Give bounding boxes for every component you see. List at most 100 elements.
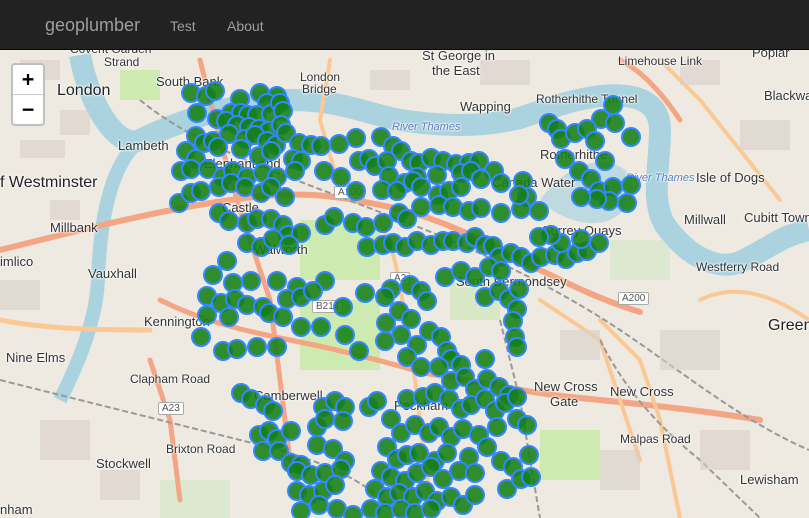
map-marker[interactable] <box>291 501 311 518</box>
map-label: Blackwa <box>764 88 809 103</box>
map-label: St George in <box>422 50 495 63</box>
map-marker[interactable] <box>507 387 527 407</box>
map-marker[interactable] <box>267 337 287 357</box>
map-label: Malpas Road <box>620 432 691 446</box>
nav-link-test[interactable]: Test <box>170 18 196 34</box>
map-marker[interactable] <box>227 339 247 359</box>
zoom-in-button[interactable]: + <box>13 65 43 95</box>
map-marker[interactable] <box>346 181 366 201</box>
map-label: f Westminster <box>0 174 98 191</box>
map-marker[interactable] <box>603 95 623 115</box>
map-marker[interactable] <box>324 207 344 227</box>
park-area <box>160 480 230 518</box>
map-marker[interactable] <box>231 139 251 159</box>
map-marker[interactable] <box>595 151 615 171</box>
map-marker[interactable] <box>521 467 541 487</box>
map-marker[interactable] <box>465 463 485 483</box>
map-marker[interactable] <box>203 265 223 285</box>
map-marker[interactable] <box>311 136 331 156</box>
map-marker[interactable] <box>589 233 609 253</box>
map-marker[interactable] <box>411 357 431 377</box>
map-label: Greenw <box>768 317 809 334</box>
map-marker[interactable] <box>529 201 549 221</box>
map-marker[interactable] <box>621 175 641 195</box>
map-marker[interactable] <box>346 128 366 148</box>
map-marker[interactable] <box>507 337 527 357</box>
map-marker[interactable] <box>509 279 529 299</box>
map-label: River Thames <box>392 121 461 133</box>
map-marker[interactable] <box>491 203 511 223</box>
map-label: Nine Elms <box>6 350 66 365</box>
map-marker[interactable] <box>279 235 299 255</box>
map-marker[interactable] <box>491 173 511 193</box>
map-marker[interactable] <box>571 187 591 207</box>
map-marker[interactable] <box>281 421 301 441</box>
map-marker[interactable] <box>267 271 287 291</box>
map-label: Millbank <box>50 220 98 235</box>
map-label: Limehouse Link <box>618 54 703 68</box>
map-marker[interactable] <box>465 485 485 505</box>
nav-link-about[interactable]: About <box>227 18 264 34</box>
map-marker[interactable] <box>519 445 539 465</box>
map-view[interactable]: LondonCovent GardenLambethf WestminsterE… <box>0 50 809 518</box>
map-marker[interactable] <box>219 307 239 327</box>
map-marker[interactable] <box>509 185 529 205</box>
map-marker[interactable] <box>421 499 441 518</box>
map-marker[interactable] <box>303 281 323 301</box>
map-marker[interactable] <box>273 307 293 327</box>
map-marker[interactable] <box>471 169 491 189</box>
map-label: nham <box>0 502 33 517</box>
map-marker[interactable] <box>285 161 305 181</box>
map-marker[interactable] <box>621 127 641 147</box>
map-marker[interactable] <box>241 271 261 291</box>
map-marker[interactable] <box>191 181 211 201</box>
map-marker[interactable] <box>309 495 329 515</box>
map-label: Isle of Dogs <box>696 170 765 185</box>
map-marker[interactable] <box>487 417 507 437</box>
map-marker[interactable] <box>205 81 225 101</box>
map-marker[interactable] <box>411 197 431 217</box>
map-marker[interactable] <box>197 305 217 325</box>
map-marker[interactable] <box>263 401 283 421</box>
map-marker[interactable] <box>275 187 295 207</box>
map-marker[interactable] <box>333 297 353 317</box>
map-label: Clapham Road <box>130 372 211 386</box>
map-label: Vauxhall <box>88 266 137 281</box>
map-label: London <box>57 82 111 99</box>
map-marker[interactable] <box>517 415 537 435</box>
zoom-out-button[interactable]: − <box>13 95 43 124</box>
map-marker[interactable] <box>475 349 495 369</box>
map-marker[interactable] <box>187 103 207 123</box>
map-marker[interactable] <box>471 198 491 218</box>
map-marker[interactable] <box>247 337 267 357</box>
park-area <box>120 70 160 100</box>
map-marker[interactable] <box>291 317 311 337</box>
map-marker[interactable] <box>219 211 239 231</box>
map-marker[interactable] <box>417 291 437 311</box>
map-label: Gate <box>550 394 579 409</box>
map-marker[interactable] <box>261 141 281 161</box>
map-marker[interactable] <box>311 317 331 337</box>
map-label: Millwall <box>684 212 726 227</box>
map-marker[interactable] <box>315 409 335 429</box>
map-marker[interactable] <box>343 505 363 518</box>
map-marker[interactable] <box>208 137 228 157</box>
map-marker[interactable] <box>367 391 387 411</box>
map-marker[interactable] <box>571 229 591 249</box>
map-label: Poplar <box>752 50 790 60</box>
map-marker[interactable] <box>349 341 369 361</box>
map-label: New Cross <box>610 384 674 399</box>
map-marker[interactable] <box>585 131 605 151</box>
map-marker[interactable] <box>333 411 353 431</box>
map-marker[interactable] <box>325 475 345 495</box>
map-marker[interactable] <box>355 283 375 303</box>
map-marker[interactable] <box>437 443 457 463</box>
map-marker[interactable] <box>451 177 471 197</box>
map-marker[interactable] <box>529 227 549 247</box>
brand-link[interactable]: geoplumber <box>45 15 140 36</box>
map-marker[interactable] <box>191 327 211 347</box>
map-marker[interactable] <box>617 193 637 213</box>
zoom-control: + − <box>11 63 45 126</box>
map-marker[interactable] <box>375 331 395 351</box>
map-marker[interactable] <box>491 261 511 281</box>
